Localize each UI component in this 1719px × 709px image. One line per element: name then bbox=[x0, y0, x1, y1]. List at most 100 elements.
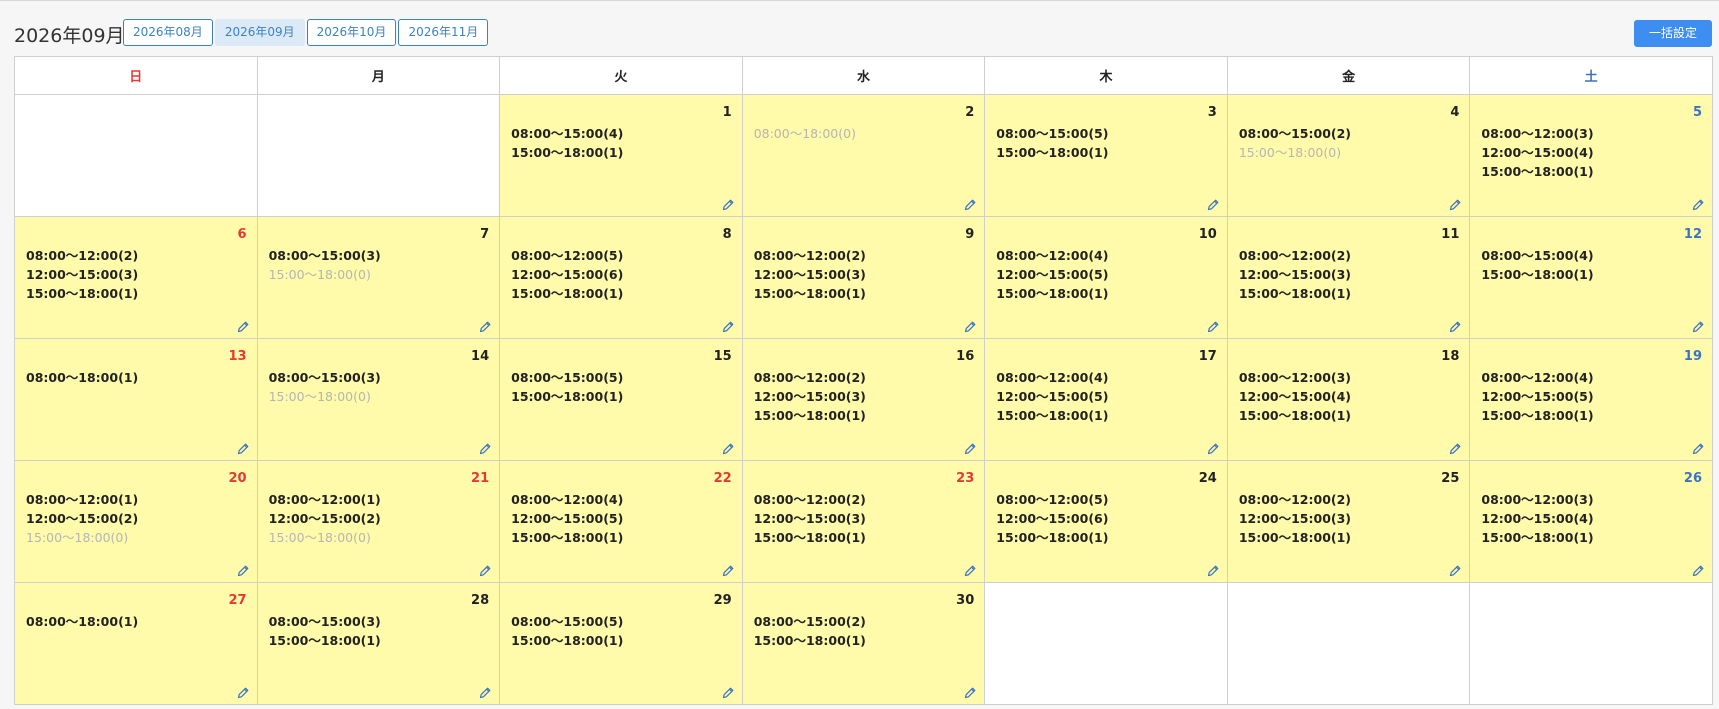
day-cell[interactable]: 1 08:00〜15:00(4) 15:00〜18:00(1) bbox=[499, 94, 743, 217]
empty-day-cell bbox=[14, 94, 258, 217]
pencil-icon[interactable] bbox=[236, 319, 250, 333]
day-cell[interactable]: 26 08:00〜12:00(3) 12:00〜15:00(4) 15:00〜18:0… bbox=[1469, 460, 1713, 583]
pencil-icon[interactable] bbox=[1448, 441, 1462, 455]
pencil-icon[interactable] bbox=[721, 563, 735, 577]
time-slot: 08:00〜15:00(2) bbox=[1238, 126, 1352, 141]
page-title: 2026年09月 bbox=[14, 25, 125, 47]
time-slot: 08:00〜12:00(2) bbox=[1238, 492, 1352, 507]
day-cell[interactable]: 25 08:00〜12:00(2) 12:00〜15:00(3) 15:00〜18:0… bbox=[1226, 460, 1471, 583]
day-cell[interactable]: 8 08:00〜12:00(5) 12:00〜15:00(6) 15:00〜18:00… bbox=[499, 216, 743, 339]
day-number: 23 bbox=[956, 471, 975, 486]
pencil-icon[interactable] bbox=[478, 441, 492, 455]
pencil-icon[interactable] bbox=[721, 197, 735, 211]
pencil-icon[interactable] bbox=[721, 441, 735, 455]
pencil-icon[interactable] bbox=[236, 441, 250, 455]
pencil-icon[interactable] bbox=[1691, 197, 1705, 211]
day-cell[interactable]: 20 08:00〜12:00(1) 12:00〜15:00(2) 15:00〜18:0… bbox=[14, 460, 258, 583]
day-cell[interactable]: 18 08:00〜12:00(3) 12:00〜15:00(4) 15:00〜18:0… bbox=[1226, 338, 1471, 461]
month-tabs: 2026年08月 2026年09月 2026年10月 2026年11月 bbox=[123, 19, 489, 46]
time-slot: 15:00〜18:00(1) bbox=[753, 286, 866, 301]
pencil-icon[interactable] bbox=[1691, 319, 1705, 333]
time-slot: 15:00〜18:00(0) bbox=[1238, 145, 1342, 160]
day-cell[interactable]: 3 08:00〜15:00(5) 15:00〜18:00(1) bbox=[984, 94, 1228, 217]
day-cell[interactable]: 19 08:00〜12:00(4) 12:00〜15:00(5) 15:00〜18:0… bbox=[1469, 338, 1713, 461]
pencil-icon[interactable] bbox=[1206, 563, 1220, 577]
calendar-grid: 日月火水木金土 1 08:00〜15:00(4) 15:00〜18:00(1) 2 08… bbox=[14, 56, 1713, 705]
day-cell[interactable]: 13 08:00〜18:00(1) bbox=[14, 338, 258, 461]
day-cell[interactable]: 2 08:00〜18:00(0) bbox=[741, 94, 986, 217]
day-cell[interactable]: 23 08:00〜12:00(2) 12:00〜15:00(3) 15:00〜18:0… bbox=[741, 460, 986, 583]
month-tab[interactable]: 2026年10月 bbox=[306, 19, 397, 46]
pencil-icon[interactable] bbox=[963, 197, 977, 211]
day-cell[interactable]: 5 08:00〜12:00(3) 12:00〜15:00(4) 15:00〜18:00… bbox=[1469, 94, 1713, 217]
pencil-icon[interactable] bbox=[1448, 319, 1462, 333]
day-cell[interactable]: 14 08:00〜15:00(3) 15:00〜18:00(0) bbox=[256, 338, 501, 461]
pencil-icon[interactable] bbox=[1448, 563, 1462, 577]
day-cell[interactable]: 9 08:00〜12:00(2) 12:00〜15:00(3) 15:00〜18:00… bbox=[741, 216, 986, 339]
time-slot: 15:00〜18:00(1) bbox=[996, 286, 1109, 301]
day-cell[interactable]: 7 08:00〜15:00(3) 15:00〜18:00(0) bbox=[256, 216, 501, 339]
day-cell[interactable]: 27 08:00〜18:00(1) bbox=[14, 582, 258, 705]
day-cell[interactable]: 12 08:00〜15:00(4) 15:00〜18:00(1) bbox=[1469, 216, 1713, 339]
day-cell[interactable]: 6 08:00〜12:00(2) 12:00〜15:00(3) 15:00〜18:00… bbox=[14, 216, 258, 339]
month-tab[interactable]: 2026年08月 bbox=[123, 19, 213, 46]
pencil-icon[interactable] bbox=[478, 319, 492, 333]
empty-day-cell bbox=[984, 582, 1228, 705]
time-slot: 08:00〜12:00(4) bbox=[1481, 370, 1594, 385]
bulk-settings-button[interactable]: 一括設定 bbox=[1634, 20, 1712, 47]
day-cell[interactable]: 15 08:00〜15:00(5) 15:00〜18:00(1) bbox=[499, 338, 743, 461]
day-cell[interactable]: 30 08:00〜15:00(2) 15:00〜18:00(1) bbox=[741, 582, 986, 705]
calendar-week-row: 20 08:00〜12:00(1) 12:00〜15:00(2) 15:00〜18:0… bbox=[14, 460, 1713, 583]
pencil-icon[interactable] bbox=[1206, 441, 1220, 455]
day-number: 14 bbox=[471, 349, 490, 364]
pencil-icon[interactable] bbox=[1448, 197, 1462, 211]
calendar-week-row: 27 08:00〜18:00(1) 28 08:00〜15:00(3) 15:00〜18… bbox=[14, 582, 1713, 705]
day-cell[interactable]: 22 08:00〜12:00(4) 12:00〜15:00(5) 15:00〜18:0… bbox=[499, 460, 743, 583]
calendar-week-row: 1 08:00〜15:00(4) 15:00〜18:00(1) 2 08:00〜18:0… bbox=[14, 94, 1713, 217]
month-tab[interactable]: 2026年09月 bbox=[214, 19, 305, 46]
day-number: 20 bbox=[228, 471, 247, 486]
day-cell[interactable]: 17 08:00〜12:00(4) 12:00〜15:00(5) 15:00〜18:0… bbox=[984, 338, 1228, 461]
day-cell[interactable]: 16 08:00〜12:00(2) 12:00〜15:00(3) 15:00〜18:0… bbox=[741, 338, 986, 461]
pencil-icon[interactable] bbox=[1691, 563, 1705, 577]
pencil-icon[interactable] bbox=[1691, 441, 1705, 455]
pencil-icon[interactable] bbox=[963, 563, 977, 577]
time-slot: 08:00〜12:00(3) bbox=[1481, 492, 1594, 507]
time-slot: 12:00〜15:00(3) bbox=[753, 389, 866, 404]
time-slot-list: 08:00〜18:00(1) bbox=[26, 368, 138, 387]
day-cell[interactable]: 28 08:00〜15:00(3) 15:00〜18:00(1) bbox=[256, 582, 501, 705]
pencil-icon[interactable] bbox=[1206, 319, 1220, 333]
pencil-icon[interactable] bbox=[478, 685, 492, 699]
pencil-icon[interactable] bbox=[236, 685, 250, 699]
pencil-icon[interactable] bbox=[963, 441, 977, 455]
pencil-icon[interactable] bbox=[236, 563, 250, 577]
day-number: 6 bbox=[237, 227, 247, 242]
time-slot: 15:00〜18:00(1) bbox=[1481, 164, 1594, 179]
month-tab[interactable]: 2026年11月 bbox=[398, 19, 489, 46]
day-cell[interactable]: 21 08:00〜12:00(1) 12:00〜15:00(2) 15:00〜18:0… bbox=[256, 460, 501, 583]
day-number: 9 bbox=[965, 227, 975, 242]
time-slot-list: 08:00〜12:00(2) 12:00〜15:00(3) 15:00〜18:00(… bbox=[1239, 246, 1351, 303]
day-cell[interactable]: 11 08:00〜12:00(2) 12:00〜15:00(3) 15:00〜18:0… bbox=[1226, 216, 1471, 339]
time-slot: 15:00〜18:00(1) bbox=[753, 530, 866, 545]
day-cell[interactable]: 10 08:00〜12:00(4) 12:00〜15:00(5) 15:00〜18:0… bbox=[984, 216, 1228, 339]
pencil-icon[interactable] bbox=[721, 685, 735, 699]
time-slot: 08:00〜12:00(4) bbox=[511, 492, 624, 507]
day-number: 25 bbox=[1441, 471, 1460, 486]
time-slot: 08:00〜18:00(0) bbox=[753, 126, 856, 141]
time-slot: 15:00〜18:00(1) bbox=[511, 389, 624, 404]
time-slot: 15:00〜18:00(0) bbox=[268, 267, 371, 282]
day-cell[interactable]: 29 08:00〜15:00(5) 15:00〜18:00(1) bbox=[499, 582, 743, 705]
day-cell[interactable]: 4 08:00〜15:00(2) 15:00〜18:00(0) bbox=[1226, 94, 1471, 217]
pencil-icon[interactable] bbox=[478, 563, 492, 577]
pencil-icon[interactable] bbox=[721, 319, 735, 333]
day-number: 15 bbox=[713, 349, 732, 364]
time-slot: 15:00〜18:00(1) bbox=[511, 530, 624, 545]
day-cell[interactable]: 24 08:00〜12:00(5) 12:00〜15:00(6) 15:00〜18:0… bbox=[984, 460, 1228, 583]
time-slot: 15:00〜18:00(1) bbox=[996, 530, 1109, 545]
pencil-icon[interactable] bbox=[963, 319, 977, 333]
pencil-icon[interactable] bbox=[963, 685, 977, 699]
time-slot-list: 08:00〜12:00(3) 12:00〜15:00(4) 15:00〜18:00(… bbox=[1239, 368, 1351, 425]
time-slot: 08:00〜12:00(2) bbox=[1238, 248, 1352, 263]
pencil-icon[interactable] bbox=[1206, 197, 1220, 211]
